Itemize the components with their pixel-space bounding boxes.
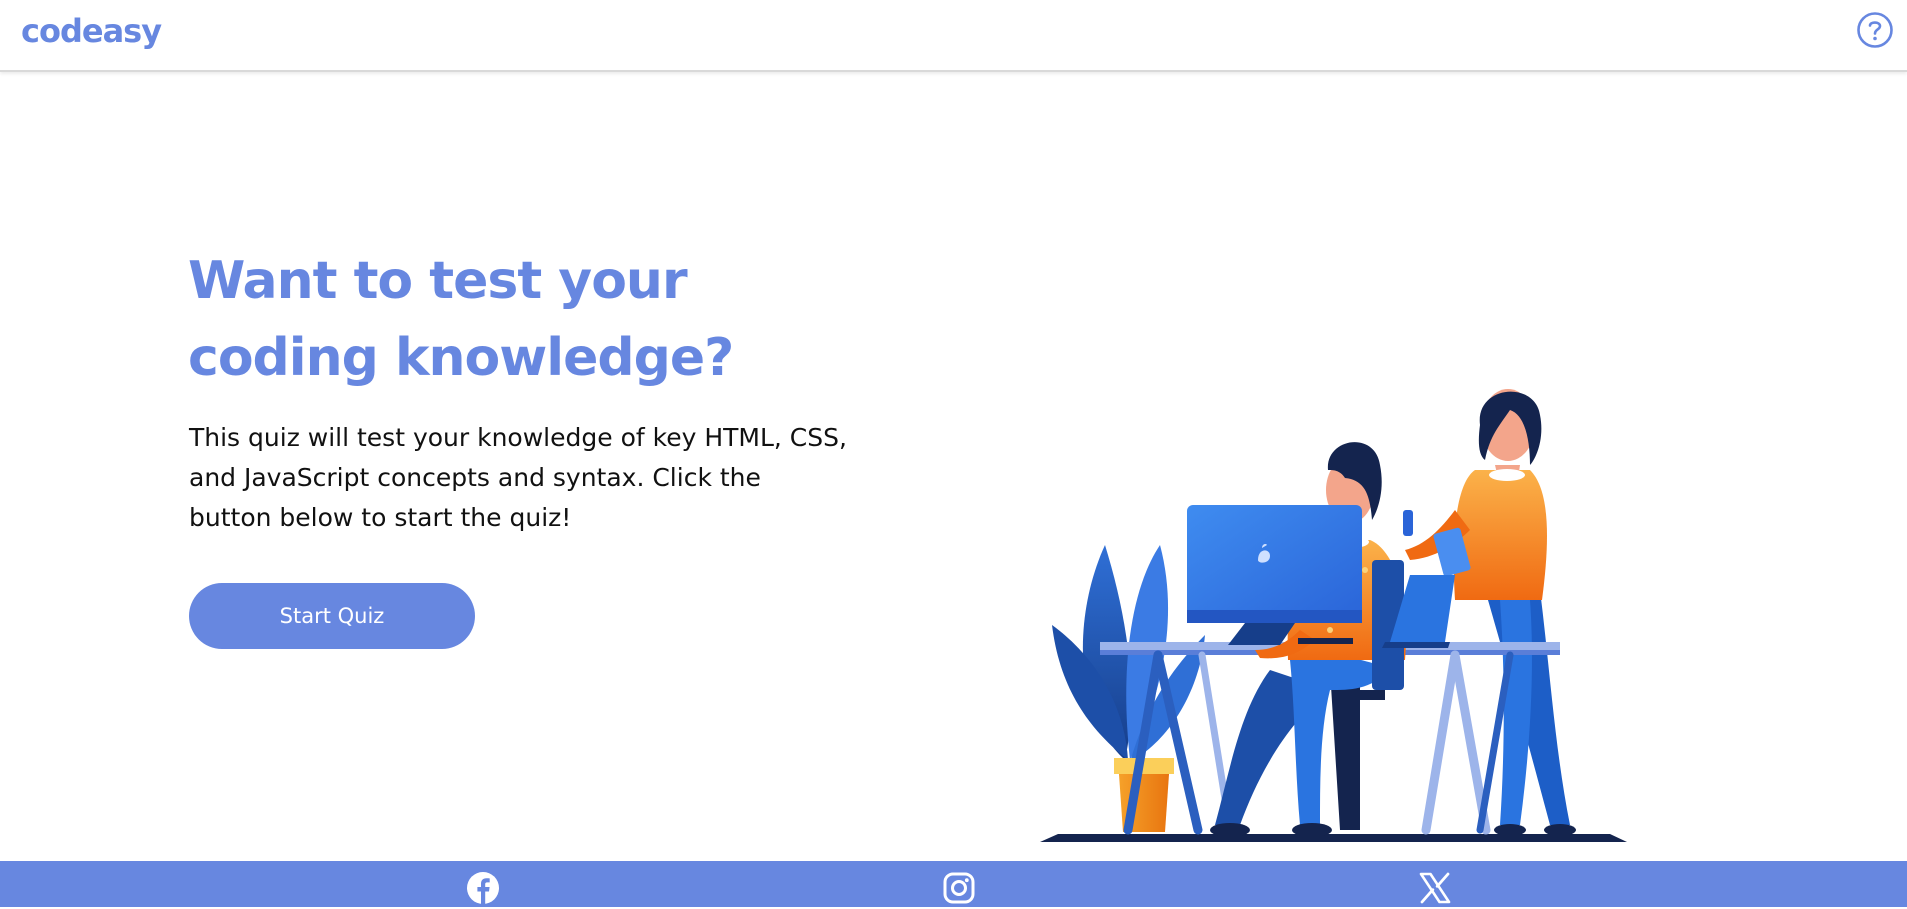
help-button[interactable] (1856, 11, 1894, 49)
x-link[interactable] (1418, 871, 1452, 905)
x-twitter-icon (1419, 872, 1451, 904)
instagram-link[interactable] (942, 871, 976, 905)
question-circle-icon (1857, 12, 1893, 48)
headline-line-1: Want to test your (188, 251, 688, 311)
start-quiz-button[interactable]: Start Quiz (189, 583, 475, 649)
instagram-icon (943, 872, 975, 904)
quiz-description: This quiz will test your knowledge of ke… (189, 423, 847, 532)
headline-line-2: coding knowledge? (188, 328, 734, 388)
plant-decoration (1052, 545, 1205, 832)
page-title: Want to test your coding knowledge? (188, 243, 808, 397)
codeasy-logo[interactable]: codeasy (21, 12, 162, 50)
facebook-link[interactable] (466, 871, 500, 905)
footer-bar (0, 861, 1907, 907)
top-header: codeasy (0, 0, 1907, 72)
people-at-computer-illustration (1040, 389, 1627, 842)
facebook-icon (467, 872, 499, 904)
